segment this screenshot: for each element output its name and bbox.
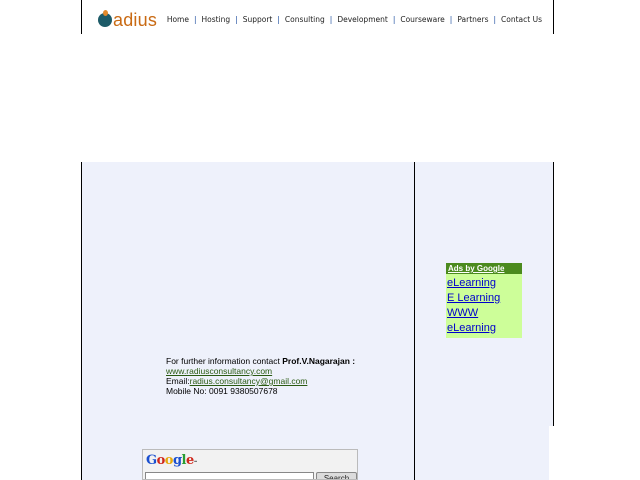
contact-info: For further information contact Prof.V.N… (166, 356, 355, 396)
contact-intro: For further information contact (166, 356, 283, 366)
google-search-box: Google- Search (142, 449, 358, 480)
ads-by-google-link[interactable]: Ads by Google (446, 263, 522, 274)
nav-separator: | (392, 15, 396, 24)
logo-r-mark-icon (98, 10, 112, 27)
nav-separator: | (493, 15, 497, 24)
top-frame-left-line (81, 0, 82, 34)
nav-separator: | (235, 15, 238, 24)
nav-separator: | (193, 15, 197, 24)
google-logo-icon: Google- (146, 453, 198, 468)
nav-hosting[interactable]: Hosting (202, 15, 231, 24)
main-nav: Home | Hosting | Support | Consulting | … (167, 15, 542, 24)
nav-support[interactable]: Support (243, 15, 273, 24)
nav-development[interactable]: Development (337, 15, 388, 24)
nav-courseware[interactable]: Courseware (400, 15, 444, 24)
left-panel-border (81, 162, 82, 480)
ad-link-elearning[interactable]: eLearning (447, 276, 521, 291)
main-content-panel (82, 162, 414, 480)
search-button[interactable]: Search (316, 472, 357, 479)
nav-consulting[interactable]: Consulting (285, 15, 325, 24)
nav-partners[interactable]: Partners (457, 15, 488, 24)
mobile-number: Mobile No: 0091 9380507678 (166, 386, 278, 396)
white-gap (549, 426, 555, 480)
nav-contact-us[interactable]: Contact Us (501, 15, 542, 24)
search-input[interactable] (145, 472, 314, 479)
google-ads-box: Ads by Google eLearning E Learning WWW e… (446, 263, 522, 338)
site-logo[interactable]: adius (98, 8, 157, 32)
nav-separator: | (449, 15, 453, 24)
nav-separator: | (277, 15, 280, 24)
contact-name: Prof.V.Nagarajan : (282, 356, 356, 366)
website-link[interactable]: www.radiusconsultancy.com (166, 366, 272, 376)
right-panel-border (553, 162, 554, 426)
email-link[interactable]: radius.consultancy@gmail.com (190, 376, 308, 386)
logo-text: adius (113, 9, 158, 30)
ad-link-www-elearning[interactable]: WWW eLearning (447, 306, 521, 336)
email-label: Email: (166, 376, 190, 386)
nav-separator: | (329, 15, 333, 24)
nav-home[interactable]: Home (167, 15, 189, 24)
contact-line: For further information contact Prof.V.N… (166, 356, 355, 366)
top-frame-right-line (553, 0, 554, 34)
ads-list: eLearning E Learning WWW eLearning (446, 274, 522, 338)
ad-link-e-learning[interactable]: E Learning (447, 291, 521, 306)
